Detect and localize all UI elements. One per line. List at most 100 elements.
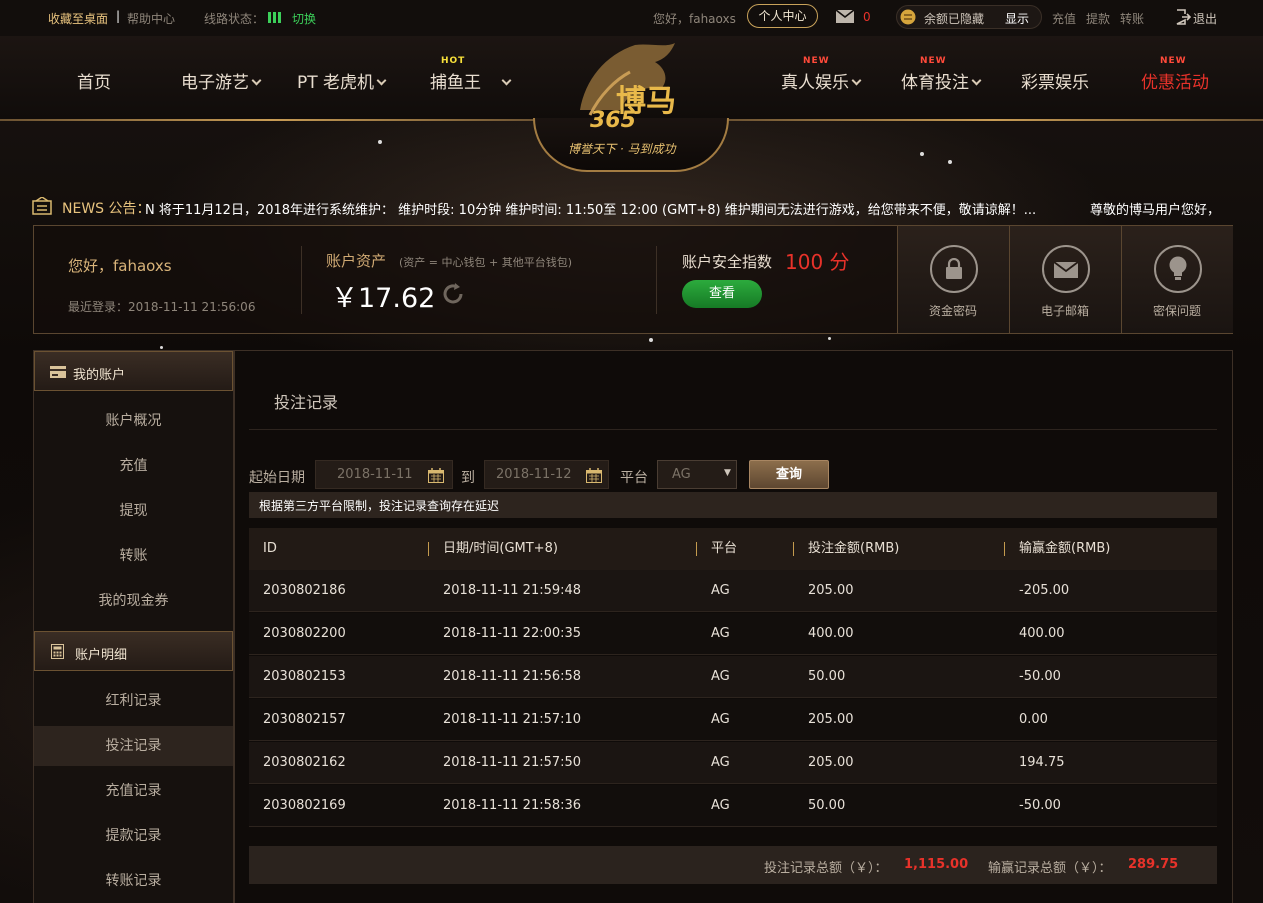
- column-header: 投注金额(RMB): [808, 541, 900, 556]
- top-bar: 收藏至桌面 | 帮助中心 线路状态： 切换 您好，fahaoxs 个人中心 0 …: [0, 0, 1263, 36]
- divider: [656, 246, 657, 314]
- divider: [793, 542, 794, 556]
- table-cell: 400.00: [1019, 626, 1065, 641]
- sidebar-item-deposit-records[interactable]: 充值记录: [34, 771, 233, 811]
- security-score: 100 分: [785, 250, 850, 274]
- nav-slots[interactable]: 电子游艺: [181, 68, 262, 93]
- table-row: 2030802153 2018-11-11 21:56:58 AG 50.00 -50.…: [249, 656, 1217, 698]
- sidebar-section-details[interactable]: 账户明细: [34, 631, 233, 671]
- mail-icon: [1053, 261, 1079, 283]
- table-cell: AG: [711, 755, 730, 770]
- sidebar-item-transfer[interactable]: 转账: [34, 536, 233, 576]
- withdraw-link[interactable]: 提款: [1086, 10, 1110, 27]
- sidebar-item-deposit[interactable]: 充值: [34, 446, 233, 486]
- section-label: 账户明细: [75, 648, 128, 663]
- table-cell: 2018-11-11 21:58:36: [443, 798, 582, 813]
- page-title: 投注记录: [274, 393, 339, 412]
- fund-password-card[interactable]: 资金密码: [897, 226, 1009, 333]
- new-badge: NEW: [920, 56, 947, 66]
- news-text-next[interactable]: 尊敬的博马用户您好，: [1090, 199, 1236, 218]
- mail-icon[interactable]: [835, 9, 855, 27]
- account-greeting: 您好，fahaoxs: [68, 257, 172, 275]
- table-cell: -205.00: [1019, 583, 1070, 598]
- security-question-card[interactable]: 密保问题: [1121, 226, 1233, 333]
- table-row: 2030802186 2018-11-11 21:59:48 AG 205.00 -20…: [249, 570, 1217, 612]
- news-text[interactable]: N 将于11月12日，2018年进行系统维护： 维护时段: 10分钟 维护时间:…: [145, 199, 1036, 218]
- table-cell: 2030802200: [263, 626, 346, 641]
- table-cell: 2018-11-11 21:56:58: [443, 669, 582, 684]
- news-icon: [32, 196, 52, 219]
- calendar-icon: [428, 466, 444, 493]
- total-bet-value: 1,115.00: [904, 857, 969, 872]
- logout-icon[interactable]: [1175, 9, 1192, 28]
- sidebar-item-overview[interactable]: 账户概况: [34, 401, 233, 441]
- nav-label: 首页: [77, 73, 111, 93]
- sidebar-section-my-account[interactable]: 我的账户: [34, 351, 233, 391]
- assets-note: (资产 = 中心钱包 + 其他平台钱包): [399, 256, 573, 269]
- nav-label: 捕鱼王: [430, 73, 481, 93]
- nav-home[interactable]: 首页: [77, 68, 111, 93]
- chevron-down-icon: [376, 75, 387, 86]
- total-win-label: 输赢记录总额（￥）：: [988, 861, 1112, 876]
- chevron-down-icon: [501, 75, 512, 86]
- nav-lottery[interactable]: 彩票娱乐: [1021, 68, 1089, 93]
- table-cell: 205.00: [808, 583, 854, 598]
- end-date-input[interactable]: 2018-11-12: [484, 460, 609, 489]
- logout-link[interactable]: 退出: [1193, 10, 1217, 27]
- nav-label: 真人娱乐: [781, 73, 849, 93]
- table-header: ID 日期/时间(GMT+8) 平台 投注金额(RMB) 输赢金额(RMB): [249, 528, 1217, 570]
- switch-line-link[interactable]: 切换: [292, 10, 316, 27]
- nav-label: 优惠活动: [1141, 73, 1209, 93]
- sidebar-item-transfer-records[interactable]: 转账记录: [34, 861, 233, 901]
- bookmark-link[interactable]: 收藏至桌面: [48, 10, 108, 27]
- table-row: 2030802169 2018-11-11 21:58:36 AG 50.00 -50.…: [249, 785, 1217, 827]
- table-cell: 2030802157: [263, 712, 346, 727]
- nav-sports[interactable]: 体育投注: [901, 68, 982, 93]
- divider: [249, 429, 1217, 430]
- refresh-icon[interactable]: [441, 282, 465, 310]
- sidebar-item-bonus-records[interactable]: 红利记录: [34, 681, 233, 721]
- caret-down-icon: ▼: [724, 468, 731, 478]
- table-cell: AG: [711, 626, 730, 641]
- nav-gold-line: [0, 119, 540, 121]
- personal-center-button[interactable]: 个人中心: [747, 4, 818, 28]
- start-date-input[interactable]: 2018-11-11: [315, 460, 453, 489]
- divider: [696, 542, 697, 556]
- notice-text: 根据第三方平台限制，投注记录查询存在延迟: [259, 499, 500, 513]
- table-cell: -50.00: [1019, 669, 1061, 684]
- nav-fishing[interactable]: 捕鱼王: [430, 68, 512, 93]
- transfer-link[interactable]: 转账: [1120, 10, 1144, 27]
- sidebar-item-withdraw[interactable]: 提现: [34, 491, 233, 531]
- sidebar-item-vouchers[interactable]: 我的现金券: [34, 581, 233, 621]
- check-security-button[interactable]: 查看: [682, 280, 762, 308]
- sparkle: [649, 338, 653, 342]
- nav-label: PT 老虎机: [297, 73, 375, 93]
- nav-pt-slots[interactable]: PT 老虎机: [297, 68, 387, 93]
- column-header: 日期/时间(GMT+8): [443, 541, 558, 556]
- platform-select[interactable]: AG ▼: [657, 460, 737, 489]
- sidebar-item-bet-records[interactable]: 投注记录: [34, 726, 233, 766]
- new-badge: NEW: [803, 56, 830, 66]
- table-row: 2030802162 2018-11-11 21:57:50 AG 205.00 194…: [249, 742, 1217, 784]
- platform-label: 平台: [620, 470, 648, 486]
- nav-live-casino[interactable]: 真人娱乐: [781, 68, 862, 93]
- query-button[interactable]: 查询: [749, 460, 829, 489]
- table-cell: 400.00: [808, 626, 854, 641]
- nav-promotions[interactable]: 优惠活动: [1141, 68, 1209, 93]
- line-status-label: 线路状态：: [204, 12, 265, 26]
- sparkle: [948, 160, 952, 164]
- table-cell: 2018-11-11 21:59:48: [443, 583, 582, 598]
- table-cell: 2030802162: [263, 755, 346, 770]
- nav-gold-line: [723, 119, 1263, 121]
- help-link[interactable]: 帮助中心: [127, 10, 175, 27]
- email-card[interactable]: 电子邮箱: [1009, 226, 1121, 333]
- news-ticker: NEWS 公告： N 将于11月12日，2018年进行系统维护： 维护时段: 1…: [0, 190, 1263, 222]
- logo-number: 365: [590, 108, 636, 133]
- lock-icon: [944, 257, 964, 284]
- bet-records-table: ID 日期/时间(GMT+8) 平台 投注金额(RMB) 输赢金额(RMB) 2…: [249, 528, 1217, 827]
- sidebar-item-withdraw-records[interactable]: 提款记录: [34, 816, 233, 856]
- deposit-link[interactable]: 充值: [1052, 10, 1076, 27]
- show-balance-button[interactable]: 显示: [1005, 10, 1029, 27]
- table-cell: AG: [711, 583, 730, 598]
- select-value: AG: [672, 467, 691, 482]
